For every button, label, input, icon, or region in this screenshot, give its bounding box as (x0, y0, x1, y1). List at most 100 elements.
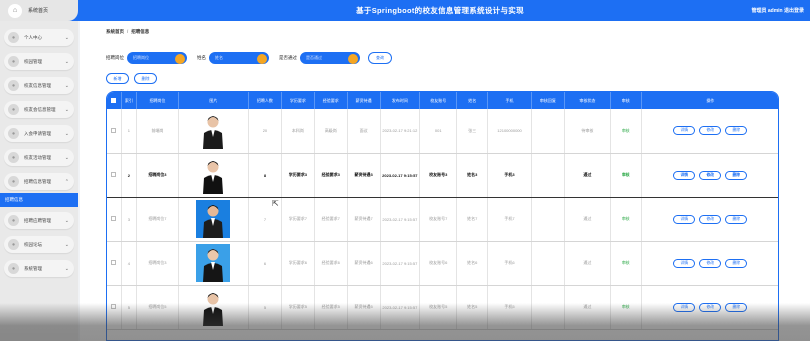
sidebar-item-label: 校友信息管理 (24, 82, 51, 88)
edit-button[interactable]: 修改 (699, 170, 722, 180)
breadcrumb: 系统首页 / 招聘信息 (106, 29, 149, 35)
chevron-down-icon: ⌄ (64, 106, 69, 113)
cell-job: 招聘岗位7 (136, 197, 179, 242)
job-search-input[interactable]: 招聘岗位 (127, 52, 187, 64)
folder-icon: ● (8, 215, 19, 226)
cell-name: 姓名6 (456, 241, 489, 286)
cell-audit: 审核 (610, 241, 642, 286)
sidebar-item-applications[interactable]: ● 招聘应聘管理 ⌄ (4, 212, 74, 229)
add-button[interactable]: 新增 (106, 73, 129, 84)
folder-icon: ● (8, 128, 19, 139)
cell-status: 待审核 (564, 109, 611, 154)
home-nav[interactable]: ⌂ 系统首页 (0, 0, 78, 21)
delete-row-button[interactable]: 删除 (725, 258, 748, 268)
row-checkbox[interactable] (107, 197, 122, 242)
cell-edu: 学历要求3 (281, 152, 315, 198)
sidebar-item-system[interactable]: ● 系统管理 ⌄ (4, 260, 74, 277)
col-header: 学历要求 (281, 92, 315, 109)
cell-photo (178, 152, 249, 198)
cell-ops: 详情修改删除 (641, 152, 778, 198)
delete-row-button[interactable]: 删除 (725, 126, 748, 136)
search-button[interactable]: 查询 (368, 52, 392, 64)
edit-button[interactable]: 修改 (699, 214, 722, 224)
row-checkbox[interactable] (107, 109, 122, 154)
sidebar-item-personal[interactable]: ● 个人中心 ⌄ (4, 29, 74, 46)
sidebar-item-association[interactable]: ● 校友会信息管理 ⌄ (4, 101, 74, 118)
col-header: 校友账号 (419, 92, 458, 109)
name-placeholder: 姓名 (215, 55, 223, 60)
chevron-down-icon: ⌄ (64, 58, 69, 65)
cell-reply (531, 241, 565, 286)
sidebar-item-join-application[interactable]: ● 入会申请管理 ⌄ (4, 125, 74, 142)
cell-reply (531, 109, 565, 154)
delete-button[interactable]: 删除 (134, 73, 157, 84)
name-label: 姓名 (197, 55, 206, 60)
sidebar-item-alumni[interactable]: ● 校友信息管理 ⌄ (4, 77, 74, 94)
sidebar-item-activities[interactable]: ● 校友活动管理 ⌄ (4, 149, 74, 166)
col-header: 手机 (487, 92, 532, 109)
detail-button[interactable]: 详情 (673, 126, 696, 136)
breadcrumb-separator: / (127, 29, 129, 34)
cell-count: 6 (248, 241, 282, 286)
cell-index: 4 (121, 241, 138, 286)
cell-job: 招聘岗位3 (136, 241, 179, 286)
cell-reply (531, 152, 565, 198)
audit-badge[interactable]: 审核 (622, 173, 630, 177)
cell-exp: 经验要求7 (314, 197, 348, 242)
bottom-overlay (0, 303, 810, 341)
cell-count: 8 (248, 152, 282, 198)
cell-account: 001 (419, 109, 458, 154)
detail-button[interactable]: 详情 (673, 170, 696, 180)
chevron-down-icon: ⌄ (64, 154, 69, 161)
folder-icon: ● (8, 152, 19, 163)
sidebar-item-label: 校友活动管理 (24, 154, 51, 160)
chevron-down-icon: ⌄ (64, 265, 69, 272)
cell-reply (531, 197, 565, 242)
sidebar-item-forum[interactable]: ● 校园论坛 ⌄ (4, 236, 74, 253)
name-search-input[interactable]: 姓名 (209, 52, 269, 64)
user-info[interactable]: 管理员 admin 退出登录 (751, 7, 804, 14)
sidebar-item-recruitment[interactable]: ● 招聘信息管理 ⌃ (4, 173, 74, 190)
edit-button[interactable]: 修改 (699, 258, 722, 268)
cell-phone: 手机3 (487, 152, 532, 198)
sidebar-item-label: 招聘信息管理 (24, 178, 51, 184)
sidebar-item-campus[interactable]: ● 校园管理 ⌄ (4, 53, 74, 70)
pass-placeholder: 是否通过 (306, 55, 322, 60)
cell-status: 通过 (564, 197, 611, 242)
chevron-up-icon: ⌃ (64, 178, 69, 185)
cell-phone: 12100000000 (487, 109, 532, 154)
detail-button[interactable]: 详情 (673, 214, 696, 224)
breadcrumb-home[interactable]: 系统首页 (106, 29, 124, 34)
job-placeholder: 招聘岗位 (133, 55, 149, 60)
row-checkbox[interactable] (107, 241, 122, 286)
detail-button[interactable]: 详情 (673, 258, 696, 268)
col-header: 图片 (178, 92, 249, 109)
row-checkbox[interactable] (107, 152, 122, 198)
job-photo (196, 111, 231, 150)
cell-count: 20 (248, 109, 282, 154)
home-icon: ⌂ (8, 3, 22, 18)
edit-button[interactable]: 修改 (699, 126, 722, 136)
audit-badge[interactable]: 审核 (622, 261, 630, 265)
col-header: 索引 (121, 92, 138, 109)
table-row: 2 招聘岗位3 8 学历要求3 经验要求3 薪资待遇3 2023-02-17 9:15:57… (107, 152, 778, 198)
input-knob-icon (348, 53, 358, 64)
top-header: ⌂ 系统首页 基于Springboot的校友信息管理系统设计与实现 管理员 ad… (0, 0, 810, 21)
pass-select[interactable]: 是否通过 (300, 52, 360, 64)
cell-photo (178, 241, 249, 286)
sidebar-subitem-recruitment-info[interactable]: 招聘信息 (0, 193, 78, 207)
delete-row-button[interactable]: 删除 (725, 214, 748, 224)
cell-account: 校友账号6 (419, 241, 458, 286)
col-header: 审核回复 (531, 92, 565, 109)
cell-index: 3 (121, 197, 138, 242)
delete-row-button[interactable]: 删除 (725, 170, 748, 180)
table-row: 1 前端岗 20 本科岗 高级岗 面议 2023-02-17 9:21:12 001 张三 121… (107, 109, 778, 154)
audit-badge[interactable]: 审核 (622, 217, 630, 221)
cell-phone: 手机6 (487, 241, 532, 286)
audit-badge[interactable]: 审核 (622, 129, 630, 133)
sidebar-item-label: 个人中心 (24, 34, 42, 40)
cell-job: 前端岗 (136, 109, 179, 154)
col-header: 发布时间 (380, 92, 421, 109)
table-row: 4 招聘岗位3 6 学历要求6 经验要求6 薪资待遇6 2023-02-17 9:15:57… (107, 241, 778, 286)
select-all-checkbox[interactable] (107, 92, 122, 109)
